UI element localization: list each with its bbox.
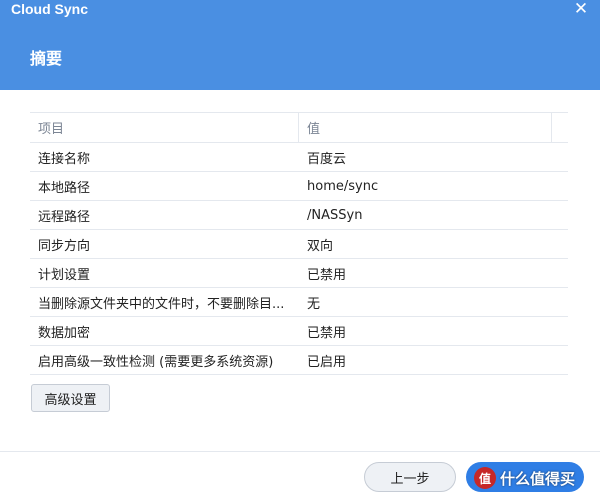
table-header-row: 项目 值 bbox=[30, 113, 568, 143]
table-row[interactable]: 计划设置 已禁用 bbox=[30, 259, 568, 288]
table-row[interactable]: 当删除源文件夹中的文件时，不要删除目... 无 bbox=[30, 288, 568, 317]
table-row[interactable]: 连接名称 百度云 bbox=[30, 143, 568, 172]
row-key: 本地路径 bbox=[38, 180, 91, 196]
row-key: 数据加密 bbox=[38, 325, 91, 341]
row-key: 同步方向 bbox=[38, 238, 91, 254]
previous-button[interactable]: 上一步 bbox=[364, 462, 456, 492]
row-value: home/sync bbox=[307, 178, 379, 194]
row-key: 连接名称 bbox=[38, 151, 91, 167]
footer-divider bbox=[0, 451, 600, 452]
row-key: 远程路径 bbox=[38, 209, 91, 225]
row-value: 无 bbox=[307, 296, 321, 312]
summary-table: 项目 值 连接名称 百度云 本地路径 home/sync 远程路径 /NASSy… bbox=[30, 112, 568, 375]
row-value: 已禁用 bbox=[307, 267, 347, 283]
window-title: Cloud Sync bbox=[11, 1, 89, 17]
row-value: 已启用 bbox=[307, 354, 347, 370]
table-row[interactable]: 本地路径 home/sync bbox=[30, 172, 568, 201]
row-value: /NASSyn bbox=[307, 207, 363, 223]
close-icon[interactable]: ✕ bbox=[572, 0, 590, 18]
table-row[interactable]: 数据加密 已禁用 bbox=[30, 317, 568, 346]
row-value: 百度云 bbox=[307, 151, 347, 167]
dialog-header: Cloud Sync ✕ 摘要 bbox=[0, 0, 600, 90]
row-key: 当删除源文件夹中的文件时，不要删除目... bbox=[38, 296, 285, 312]
row-key: 启用高级一致性检测 (需要更多系统资源) bbox=[38, 354, 274, 370]
row-key: 计划设置 bbox=[38, 267, 91, 283]
page-title: 摘要 bbox=[30, 49, 63, 68]
column-header-item[interactable]: 项目 bbox=[30, 113, 299, 142]
row-value: 双向 bbox=[307, 238, 334, 254]
table-row[interactable]: 远程路径 /NASSyn bbox=[30, 201, 568, 230]
row-value: 已禁用 bbox=[307, 325, 347, 341]
watermark-badge: 值 bbox=[474, 467, 496, 489]
column-header-value[interactable]: 值 bbox=[299, 113, 552, 142]
table-row[interactable]: 同步方向 双向 bbox=[30, 230, 568, 259]
watermark-text: 什么值得买 bbox=[500, 469, 576, 488]
table-row[interactable]: 启用高级一致性检测 (需要更多系统资源) 已启用 bbox=[30, 346, 568, 375]
advanced-settings-button[interactable]: 高级设置 bbox=[31, 384, 110, 412]
watermark-logo: 值 什么值得买 bbox=[474, 466, 575, 490]
